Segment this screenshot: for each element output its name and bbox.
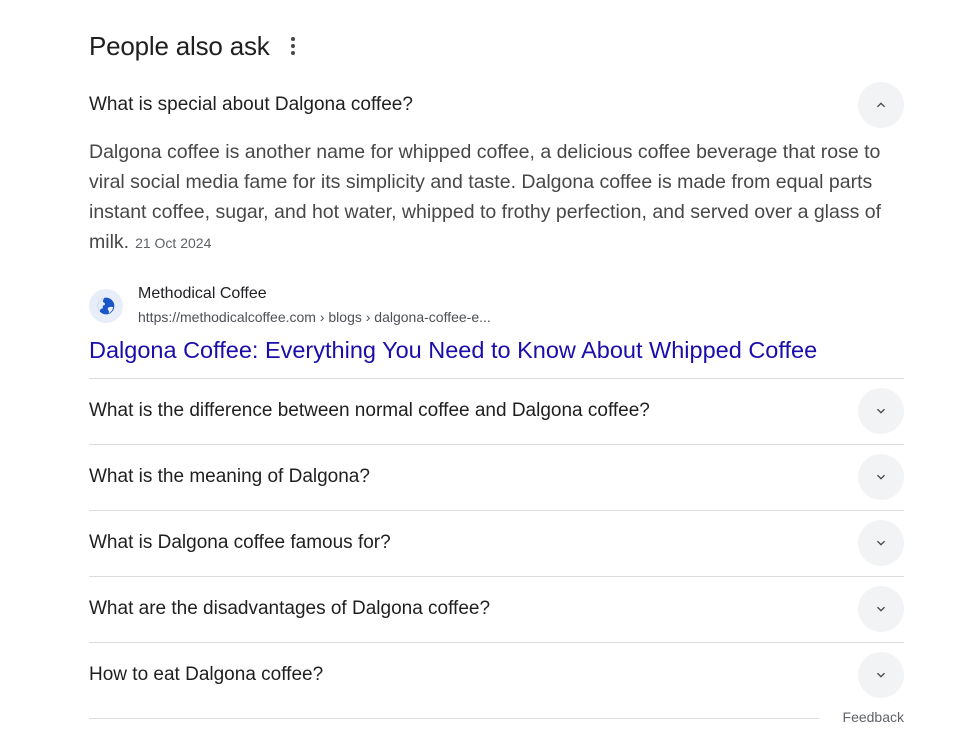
chevron-down-icon — [877, 540, 885, 546]
answer-date: 21 Oct 2024 — [135, 235, 212, 251]
expand-button[interactable] — [858, 586, 904, 632]
question-text: What is the meaning of Dalgona? — [89, 466, 370, 487]
feedback-link[interactable]: Feedback — [843, 709, 904, 725]
footer-divider — [89, 718, 819, 719]
divider — [89, 378, 904, 379]
expand-button[interactable] — [858, 388, 904, 434]
question-row[interactable]: How to eat Dalgona coffee? — [89, 652, 904, 698]
question-row[interactable]: What is Dalgona coffee famous for? — [89, 520, 904, 566]
globe-icon — [97, 297, 115, 315]
answer-snippet: Dalgona coffee is another name for whipp… — [89, 137, 904, 258]
chevron-up-icon — [877, 102, 885, 108]
result-title-link[interactable]: Dalgona Coffee: Everything You Need to K… — [89, 337, 817, 364]
divider — [89, 576, 904, 577]
expand-button[interactable] — [858, 652, 904, 698]
question-row-expanded[interactable]: What is special about Dalgona coffee? — [89, 82, 904, 128]
source-attribution[interactable]: Methodical Coffee https://methodicalcoff… — [89, 283, 491, 327]
collapse-button[interactable] — [858, 82, 904, 128]
divider — [89, 444, 904, 445]
chevron-down-icon — [877, 606, 885, 612]
more-vert-icon — [290, 37, 295, 41]
source-meta: Methodical Coffee https://methodicalcoff… — [138, 283, 491, 327]
expand-button[interactable] — [858, 520, 904, 566]
source-favicon — [89, 289, 123, 323]
chevron-down-icon — [877, 474, 885, 480]
source-url: https://methodicalcoffee.com › blogs › d… — [138, 309, 491, 325]
question-text: What is the difference between normal co… — [89, 400, 650, 421]
expand-button[interactable] — [858, 454, 904, 500]
divider — [89, 510, 904, 511]
chevron-down-icon — [877, 408, 885, 414]
question-text: What are the disadvantages of Dalgona co… — [89, 598, 491, 619]
more-options-button[interactable] — [288, 35, 298, 57]
question-row[interactable]: What is the difference between normal co… — [89, 388, 904, 434]
source-name: Methodical Coffee — [138, 285, 267, 302]
question-row[interactable]: What are the disadvantages of Dalgona co… — [89, 586, 904, 632]
question-text: What is Dalgona coffee famous for? — [89, 532, 391, 553]
question-text: What is special about Dalgona coffee? — [89, 94, 413, 115]
chevron-down-icon — [877, 672, 885, 678]
paa-header: People also ask — [89, 29, 298, 63]
section-title: People also ask — [89, 30, 270, 61]
question-row[interactable]: What is the meaning of Dalgona? — [89, 454, 904, 500]
question-text: How to eat Dalgona coffee? — [89, 664, 324, 685]
divider — [89, 642, 904, 643]
